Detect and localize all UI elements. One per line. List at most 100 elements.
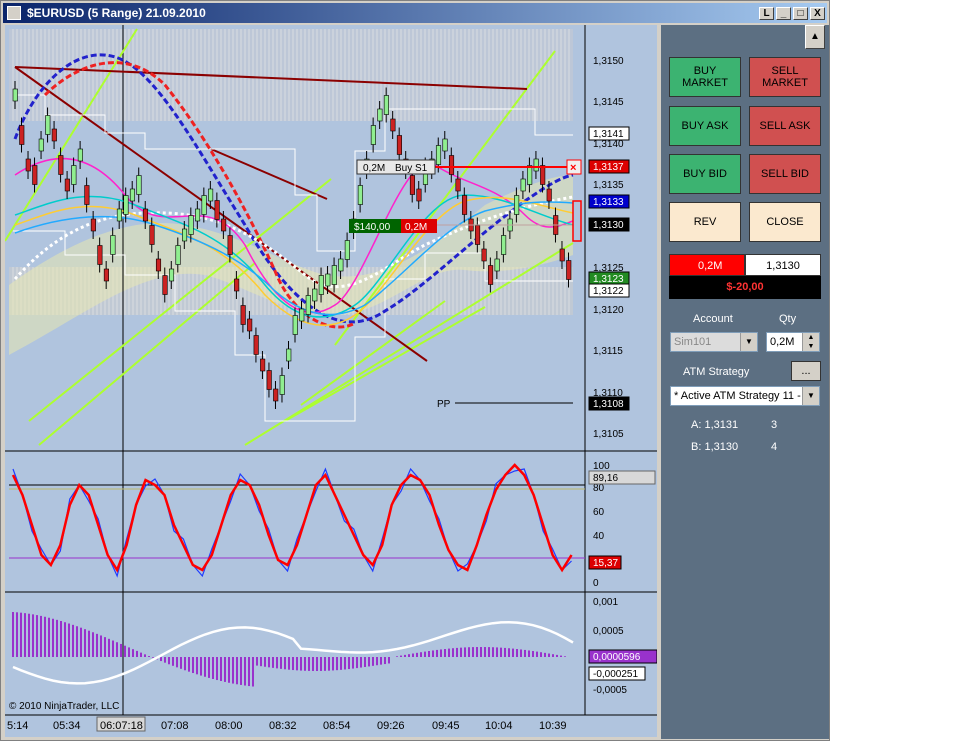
svg-text:-0,000251: -0,000251 xyxy=(593,669,638,680)
cancel-order-glyph: × xyxy=(570,162,576,174)
reverse-button[interactable]: REV xyxy=(669,202,741,242)
chevron-down-icon[interactable]: ▼ xyxy=(802,387,819,405)
svg-text:08:54: 08:54 xyxy=(323,720,351,732)
close-position-button[interactable]: CLOSE xyxy=(749,202,821,242)
candle xyxy=(520,178,526,192)
app-icon xyxy=(7,6,21,20)
svg-text:80: 80 xyxy=(593,483,605,494)
candle xyxy=(501,235,507,255)
svg-text:60: 60 xyxy=(593,507,605,518)
chevron-down-icon[interactable]: ▼ xyxy=(740,333,757,351)
candle xyxy=(103,268,109,282)
svg-text:0: 0 xyxy=(593,578,599,589)
svg-text:-0,0005: -0,0005 xyxy=(593,685,627,696)
candle xyxy=(514,195,520,215)
order-label-qty: 0,2M xyxy=(363,163,385,174)
chart-area[interactable]: 0,2M Buy S1 × $140,00 0,2M PP 1,3150 1,3… xyxy=(5,25,657,737)
svg-text:1,3105: 1,3105 xyxy=(593,429,624,440)
bid-label: B: 1,3130 xyxy=(691,441,739,453)
candle xyxy=(116,208,122,222)
candle xyxy=(390,118,396,132)
price-axis: 1,3150 1,3145 1,3140 1,3135 1,3125 1,312… xyxy=(593,56,624,440)
quantity-stepper[interactable]: 0,2M ▲ ▼ xyxy=(766,332,820,352)
svg-text:1,3108: 1,3108 xyxy=(593,399,624,410)
sell-ask-button[interactable]: SELL ASK xyxy=(749,106,821,146)
minimize-button[interactable]: _ xyxy=(776,7,791,20)
svg-text:1,3120: 1,3120 xyxy=(593,305,624,316)
svg-text:10:39: 10:39 xyxy=(539,720,567,732)
candle xyxy=(266,370,272,390)
candle xyxy=(195,208,201,222)
candle xyxy=(488,265,494,285)
svg-text:1,3145: 1,3145 xyxy=(593,97,624,108)
candle xyxy=(71,165,77,185)
sell-bid-button[interactable]: SELL BID xyxy=(749,154,821,194)
candle xyxy=(475,225,481,245)
candle xyxy=(77,148,83,162)
candle xyxy=(318,275,324,295)
svg-text:08:00: 08:00 xyxy=(215,720,243,732)
candle xyxy=(325,273,331,287)
candle xyxy=(455,178,461,192)
order-entry-panel: ▲ BUY MARKET SELL MARKET BUY ASK SELL AS… xyxy=(661,25,829,739)
close-window-button[interactable]: X xyxy=(810,7,825,20)
svg-text:1,3122: 1,3122 xyxy=(593,286,624,297)
candle xyxy=(540,165,546,185)
svg-text:100: 100 xyxy=(593,461,610,472)
candle xyxy=(84,185,90,205)
candle xyxy=(149,225,155,245)
svg-text:1,3135: 1,3135 xyxy=(593,180,624,191)
candle xyxy=(566,260,572,280)
account-select[interactable]: Sim101 ▼ xyxy=(670,332,758,352)
candle xyxy=(331,265,337,285)
collapse-panel-button[interactable]: ▲ xyxy=(805,25,825,49)
copyright: © 2010 NinjaTrader, LLC xyxy=(9,701,119,712)
candle xyxy=(58,155,64,175)
macd-axis: 0,001 0,0005 0 -0,0005 xyxy=(593,597,627,696)
candle xyxy=(462,195,468,215)
svg-text:1,3123: 1,3123 xyxy=(593,274,624,285)
candle xyxy=(214,200,220,220)
title-bar[interactable]: $EURUSD (5 Range) 21.09.2010 L _ □ X xyxy=(3,3,827,23)
chart-window: $EURUSD (5 Range) 21.09.2010 L _ □ X 0,2… xyxy=(0,0,830,741)
maximize-button[interactable]: □ xyxy=(793,7,808,20)
bid-size: 4 xyxy=(771,441,778,453)
atm-options-button[interactable]: ... xyxy=(791,361,821,381)
candle xyxy=(240,305,246,325)
position-pnl: $-20,00 xyxy=(669,276,821,299)
candle xyxy=(533,158,539,172)
candle xyxy=(142,208,149,222)
candle xyxy=(416,188,422,202)
candle xyxy=(442,138,448,152)
svg-text:89,16: 89,16 xyxy=(593,473,618,484)
atm-strategy-select[interactable]: * Active ATM Strategy 11 - ▼ xyxy=(670,386,820,406)
window-title: $EURUSD (5 Range) 21.09.2010 xyxy=(27,6,206,20)
candle xyxy=(227,235,233,255)
candle xyxy=(110,235,116,255)
sell-market-button[interactable]: SELL MARKET xyxy=(749,57,821,97)
candle xyxy=(481,248,487,262)
ask-size: 3 xyxy=(771,419,778,431)
position-price: 1,3130 xyxy=(745,254,821,276)
svg-text:1,3140: 1,3140 xyxy=(593,139,624,150)
svg-text:06:07:18: 06:07:18 xyxy=(100,720,143,732)
order-label-name: Buy S1 xyxy=(395,163,428,174)
pnl-qty: 0,2M xyxy=(405,222,427,233)
candle xyxy=(312,288,318,302)
buy-bid-button[interactable]: BUY BID xyxy=(669,154,741,194)
account-label: Account xyxy=(693,313,733,325)
price-chart[interactable]: 0,2M Buy S1 × $140,00 0,2M PP 1,3150 1,3… xyxy=(5,25,657,737)
candle xyxy=(370,125,376,145)
candle xyxy=(383,95,389,115)
candle xyxy=(344,240,350,260)
buy-market-button[interactable]: BUY MARKET xyxy=(669,57,741,97)
svg-text:0,001: 0,001 xyxy=(593,597,618,608)
stepper-arrows-icon[interactable]: ▲ ▼ xyxy=(802,333,819,351)
candle xyxy=(51,128,57,142)
svg-text:10:04: 10:04 xyxy=(485,720,513,732)
buy-ask-button[interactable]: BUY ASK xyxy=(669,106,741,146)
lock-button[interactable]: L xyxy=(759,7,774,20)
candle xyxy=(253,335,259,355)
svg-text:15,37: 15,37 xyxy=(593,558,618,569)
candle xyxy=(97,245,103,265)
